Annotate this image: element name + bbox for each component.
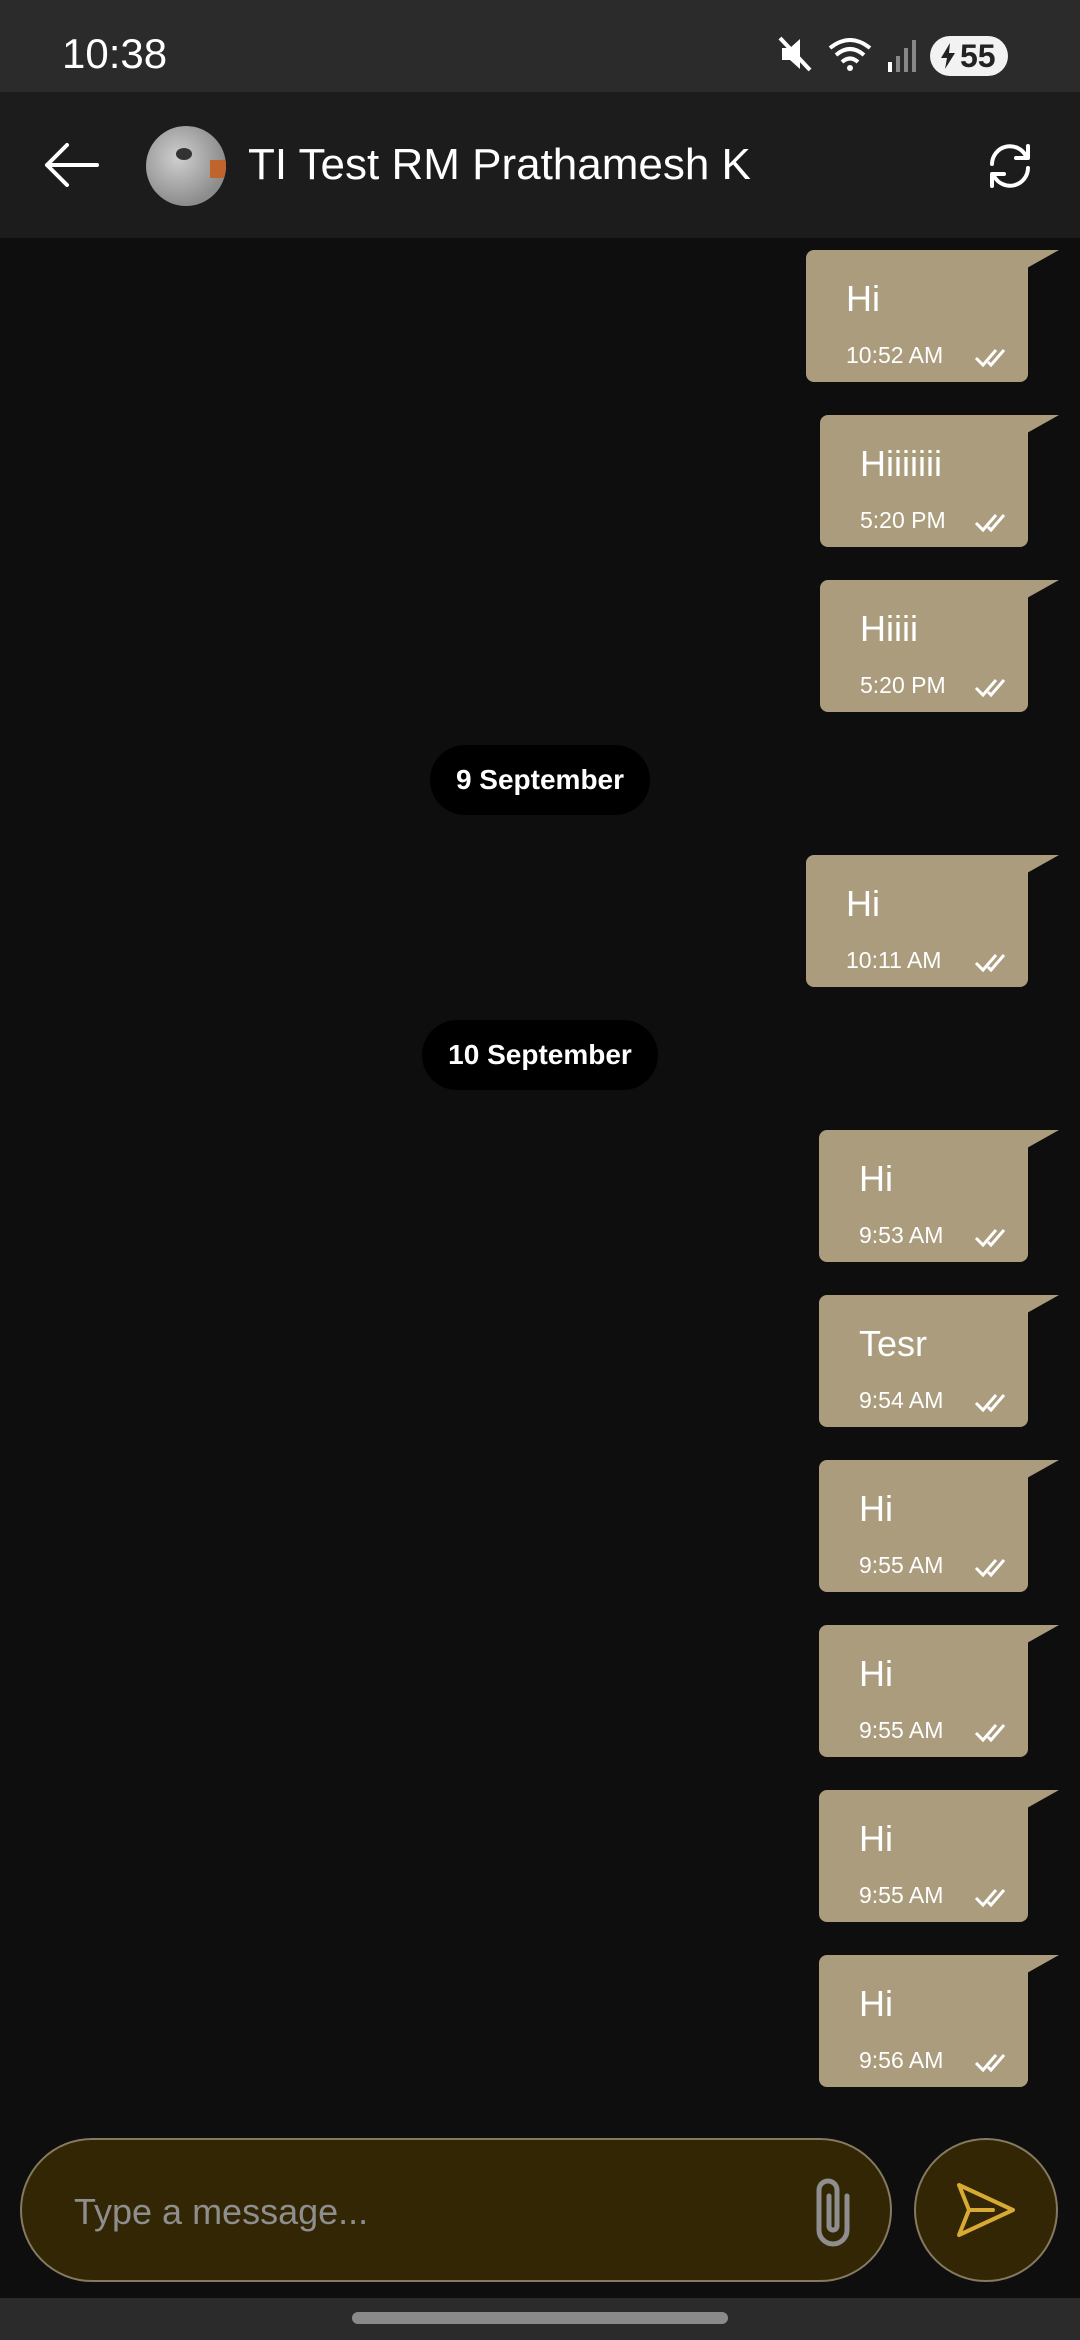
contact-name[interactable]: TI Test RM Prathamesh K (248, 140, 751, 190)
send-icon (957, 2183, 1015, 2237)
chat-header: TI Test RM Prathamesh K (0, 92, 1080, 238)
message-time: 9:55 AM (859, 1717, 944, 1743)
double-check-icon (974, 954, 1006, 973)
message-text: Hi (859, 1488, 893, 1529)
refresh-button[interactable] (980, 136, 1040, 196)
wifi-icon (828, 34, 872, 79)
date-separator: 9 September (430, 745, 650, 815)
double-check-icon (974, 1229, 1006, 1248)
message-time: 5:20 PM (860, 672, 946, 698)
message-list[interactable]: Hi 10:52 AM Hiiiiiii 5:20 PM Hiiii 5:20 … (0, 238, 1080, 2128)
message-bubble[interactable]: Hi 9:53 AM (819, 1130, 1059, 1262)
double-check-icon (974, 1724, 1006, 1743)
send-button[interactable] (914, 2138, 1058, 2282)
arrow-left-icon (45, 143, 99, 187)
double-check-icon (974, 2054, 1006, 2073)
message-text: Hiiiiiii (860, 443, 942, 484)
message-text: Hi (859, 1818, 893, 1859)
message-text: Hiiii (860, 608, 918, 649)
message-time: 9:54 AM (859, 1387, 944, 1413)
message-time: 9:55 AM (859, 1882, 944, 1908)
battery-level: 55 (960, 37, 996, 74)
status-bar: 10:38 55 (0, 0, 1080, 92)
message-time: 9:55 AM (859, 1552, 944, 1578)
message-bubble[interactable]: Hi 10:11 AM (806, 855, 1059, 987)
double-check-icon (974, 514, 1006, 533)
double-check-icon (974, 1889, 1006, 1908)
status-icons: 55 (778, 34, 1008, 78)
message-composer (0, 2128, 1080, 2298)
double-check-icon (974, 349, 1006, 368)
message-text: Tesr (859, 1323, 928, 1364)
message-text: Hi (859, 1653, 893, 1694)
attach-button[interactable] (798, 2174, 868, 2250)
status-time: 10:38 (62, 30, 168, 77)
message-input[interactable] (74, 2178, 774, 2246)
double-check-icon (974, 679, 1006, 698)
message-time: 5:20 PM (860, 507, 946, 533)
message-time: 9:53 AM (859, 1222, 944, 1248)
message-bubble[interactable]: Hiiii 5:20 PM (820, 580, 1059, 712)
back-button[interactable] (36, 132, 106, 198)
avatar[interactable] (146, 126, 226, 206)
home-indicator[interactable] (352, 2312, 728, 2324)
signal-icon (886, 34, 916, 79)
message-text: Hi (846, 883, 880, 924)
double-check-icon (974, 1394, 1006, 1413)
paperclip-icon (816, 2178, 850, 2247)
date-separator: 10 September (422, 1020, 658, 1090)
message-time: 10:52 AM (846, 342, 944, 368)
double-check-icon (974, 1559, 1006, 1578)
message-bubble[interactable]: Hiiiiiii 5:20 PM (820, 415, 1059, 547)
battery-icon: 55 (930, 36, 1008, 76)
refresh-icon (990, 144, 1030, 188)
message-time: 9:56 AM (859, 2047, 944, 2073)
message-text: Hi (846, 278, 880, 319)
message-bubble[interactable]: Hi 10:52 AM (806, 250, 1059, 382)
message-bubble[interactable]: Hi 9:55 AM (819, 1460, 1059, 1592)
message-bubble[interactable]: Hi 9:56 AM (819, 1955, 1059, 2087)
message-time: 10:11 AM (846, 947, 942, 973)
message-bubble[interactable]: Hi 9:55 AM (819, 1625, 1059, 1757)
navigation-bar (0, 2298, 1080, 2340)
message-text: Hi (859, 1983, 893, 2024)
message-text: Hi (859, 1158, 893, 1199)
message-bubble[interactable]: Hi 9:55 AM (819, 1790, 1059, 1922)
message-bubble[interactable]: Tesr 9:54 AM (819, 1295, 1059, 1427)
message-input-container[interactable] (20, 2138, 892, 2282)
mute-icon (778, 34, 814, 79)
